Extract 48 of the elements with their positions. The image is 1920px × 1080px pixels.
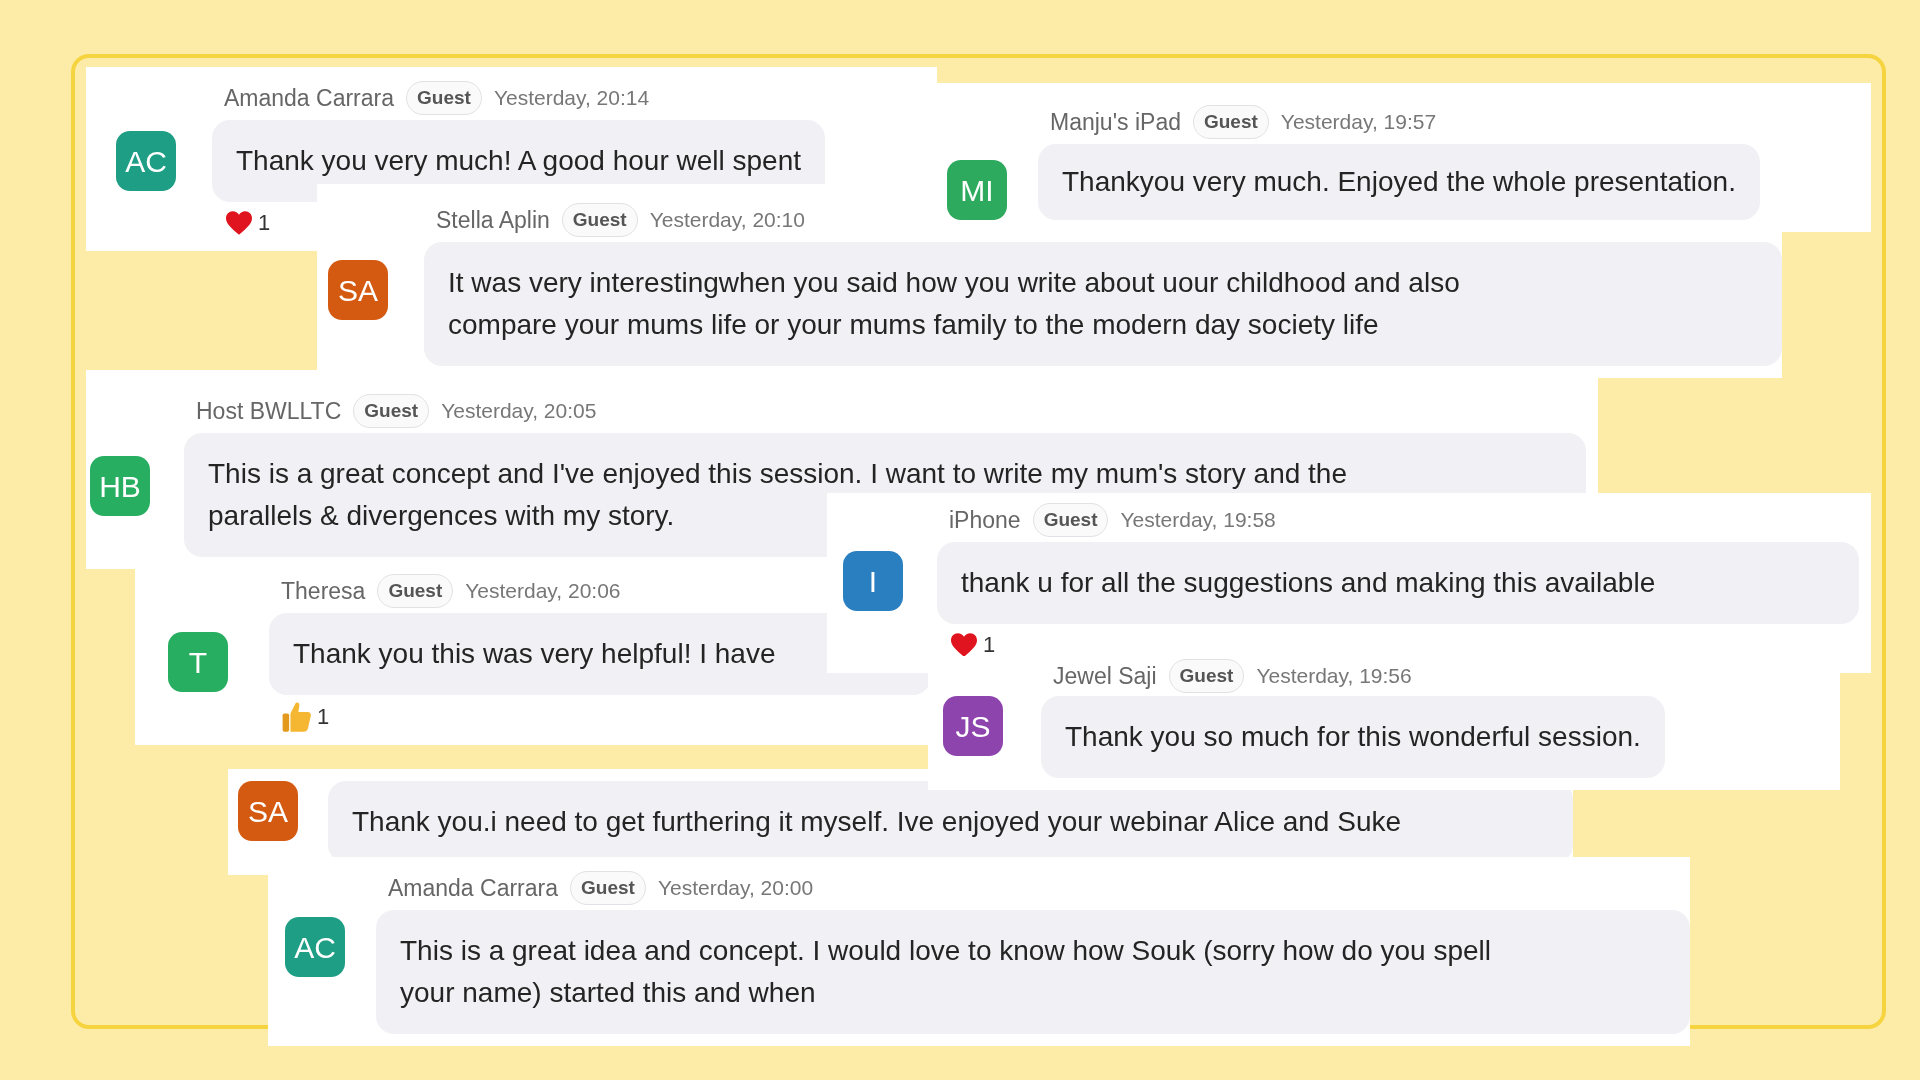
avatar: T: [168, 632, 228, 692]
message-text: This is a great concept and I've enjoyed this session. I want to write my mum's story and the: [208, 457, 1347, 491]
avatar: JS: [943, 696, 1003, 756]
message-text: Thankyou very much. Enjoyed the whole presentation.: [1062, 165, 1736, 199]
guest-badge: Guest: [1032, 502, 1109, 538]
timestamp: Yesterday, 20:06: [465, 578, 621, 605]
timestamp: Yesterday, 20:05: [441, 398, 597, 425]
sender-name: Amanda Carrara: [224, 83, 395, 113]
avatar: AC: [116, 131, 176, 191]
reaction-count: 1: [317, 702, 330, 731]
message-text: parallels & divergences with my story.: [208, 499, 675, 533]
guest-badge: Guest: [561, 202, 638, 238]
message-text: It was very interestingwhen you said how you write about uour childhood and also: [448, 266, 1460, 300]
message-text: Thank you so much for this wonderful session.: [1065, 720, 1641, 754]
message-text: compare your mums life or your mums family to the modern day society life: [448, 308, 1379, 342]
timestamp: Yesterday, 19:58: [1120, 507, 1276, 534]
reaction-count: 1: [258, 209, 271, 237]
timestamp: Yesterday, 20:10: [649, 207, 805, 234]
message-text: Thank you very much! A good hour well spent: [236, 144, 801, 178]
sender-name: Manju's iPad: [1050, 107, 1181, 137]
message-text: Thank you this was very helpful! I have: [293, 637, 776, 671]
timestamp: Yesterday, 20:14: [493, 85, 650, 112]
timestamp: Yesterday, 19:56: [1256, 663, 1412, 690]
reaction-count: 1: [983, 631, 996, 659]
message-text: Thank you.i need to get furthering it myself. Ive enjoyed your webinar Alice and Suke: [352, 805, 1402, 839]
guest-badge: Guest: [406, 80, 482, 116]
avatar: I: [843, 551, 903, 611]
guest-badge: Guest: [353, 393, 430, 429]
sender-name: Amanda Carrara: [388, 873, 559, 903]
guest-badge: Guest: [377, 573, 454, 609]
message-text: This is a great idea and concept. I would love to know how Souk (sorry how do you spell: [400, 934, 1492, 968]
message-text: your name) started this and when: [400, 976, 816, 1010]
avatar: MI: [947, 160, 1007, 220]
sender-name: Host BWLLTC: [196, 396, 342, 426]
avatar: SA: [238, 781, 298, 841]
avatar: SA: [328, 260, 388, 320]
guest-badge: Guest: [1168, 658, 1245, 694]
sender-name: iPhone: [949, 505, 1021, 535]
avatar: AC: [285, 917, 345, 977]
sender-name: Jewel Saji: [1053, 661, 1157, 691]
guest-badge: Guest: [1192, 104, 1269, 140]
message-text: thank u for all the suggestions and making this available: [961, 566, 1656, 600]
sender-name: Stella Aplin: [436, 205, 550, 235]
sender-name: Theresa: [281, 576, 366, 606]
timestamp: Yesterday, 19:57: [1280, 109, 1437, 136]
guest-badge: Guest: [570, 870, 646, 906]
avatar: HB: [90, 456, 150, 516]
timestamp: Yesterday, 20:00: [657, 875, 814, 902]
